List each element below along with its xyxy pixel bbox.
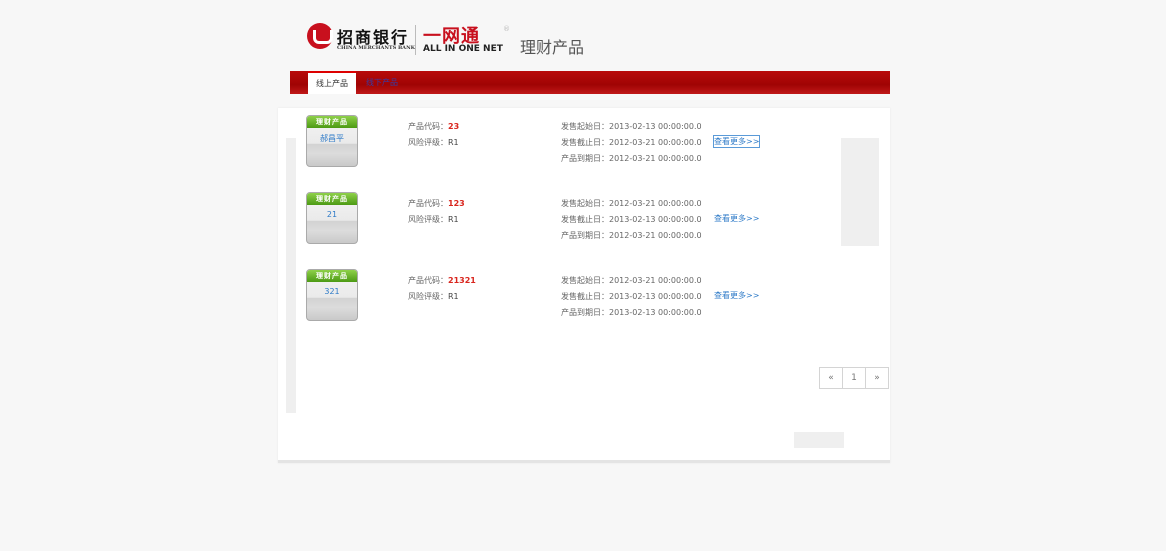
sale-start-label: 发售起始日： — [561, 199, 609, 208]
prev-page-button[interactable]: « — [819, 367, 843, 389]
brand-name-en: ALL IN ONE NET — [423, 44, 503, 54]
code-label: 产品代码： — [408, 276, 448, 285]
maturity-date: 2012-03-21 00:00:00.0 — [609, 154, 702, 163]
sale-end-label: 发售截止日： — [561, 292, 609, 301]
sale-end-date: 2012-03-21 00:00:00.0 — [609, 138, 702, 147]
sale-end-date: 2013-02-13 00:00:00.0 — [609, 292, 702, 301]
tab-offline-products[interactable]: 线下产品 — [358, 71, 406, 94]
product-basic-info: 产品代码：23 风险评级：R1 — [408, 119, 459, 151]
risk-level: R1 — [448, 292, 459, 301]
product-basic-info: 产品代码：21321 风险评级：R1 — [408, 273, 476, 305]
product-badge: 理财产品 — [307, 270, 357, 282]
product-badge: 理财产品 — [307, 116, 357, 128]
product-date-info: 发售起始日：2013-02-13 00:00:00.0 发售截止日：2012-0… — [561, 119, 702, 167]
product-name[interactable]: 21 — [307, 210, 357, 219]
sale-end-label: 发售截止日： — [561, 138, 609, 147]
registered-mark: ® — [503, 25, 510, 33]
background-decoration — [794, 432, 844, 448]
maturity-date: 2012-03-21 00:00:00.0 — [609, 231, 702, 240]
product-name[interactable]: 郝昌平 — [307, 133, 357, 144]
product-list-panel: 理财产品 郝昌平 产品代码：23 风险评级：R1 发售起始日：2013-02-1… — [278, 108, 890, 463]
sale-start-date: 2012-03-21 00:00:00.0 — [609, 276, 702, 285]
maturity-label: 产品到期日： — [561, 231, 609, 240]
site-header: 招商银行 CHINA MERCHANTS BANK 一网通 ALL IN ONE… — [307, 23, 607, 59]
product-item: 理财产品 21 产品代码：123 风险评级：R1 发售起始日：2012-03-2… — [278, 185, 890, 245]
view-more-link[interactable]: 查看更多>> — [714, 213, 759, 224]
risk-level: R1 — [448, 138, 459, 147]
risk-label: 风险评级： — [408, 215, 448, 224]
risk-label: 风险评级： — [408, 138, 448, 147]
view-more-link[interactable]: 查看更多>> — [712, 135, 761, 148]
maturity-label: 产品到期日： — [561, 154, 609, 163]
next-page-button[interactable]: » — [865, 367, 889, 389]
product-code: 21321 — [448, 276, 476, 285]
cmb-logo-icon — [307, 23, 333, 49]
bank-name-en: CHINA MERCHANTS BANK — [337, 45, 415, 51]
code-label: 产品代码： — [408, 199, 448, 208]
sale-start-date: 2013-02-13 00:00:00.0 — [609, 122, 702, 131]
risk-label: 风险评级： — [408, 292, 448, 301]
product-name[interactable]: 321 — [307, 287, 357, 296]
sale-start-date: 2012-03-21 00:00:00.0 — [609, 199, 702, 208]
pagination: « 1 » — [819, 367, 889, 389]
sale-start-label: 发售起始日： — [561, 122, 609, 131]
header-divider — [415, 25, 416, 55]
code-label: 产品代码： — [408, 122, 448, 131]
product-code: 123 — [448, 199, 465, 208]
product-icon: 理财产品 21 — [306, 192, 358, 244]
product-badge: 理财产品 — [307, 193, 357, 205]
sale-start-label: 发售起始日： — [561, 276, 609, 285]
product-date-info: 发售起始日：2012-03-21 00:00:00.0 发售截止日：2013-0… — [561, 196, 702, 244]
page-title: 理财产品 — [520, 38, 585, 57]
tab-online-products[interactable]: 线上产品 — [308, 71, 356, 94]
maturity-label: 产品到期日： — [561, 308, 609, 317]
page-number-button[interactable]: 1 — [842, 367, 866, 389]
maturity-date: 2013-02-13 00:00:00.0 — [609, 308, 702, 317]
product-icon: 理财产品 321 — [306, 269, 358, 321]
product-icon: 理财产品 郝昌平 — [306, 115, 358, 167]
product-item: 理财产品 郝昌平 产品代码：23 风险评级：R1 发售起始日：2013-02-1… — [278, 108, 890, 168]
sale-end-label: 发售截止日： — [561, 215, 609, 224]
nav-bar: 线上产品 线下产品 — [290, 71, 890, 94]
view-more-link[interactable]: 查看更多>> — [714, 290, 759, 301]
product-date-info: 发售起始日：2012-03-21 00:00:00.0 发售截止日：2013-0… — [561, 273, 702, 321]
sale-end-date: 2013-02-13 00:00:00.0 — [609, 215, 702, 224]
product-code: 23 — [448, 122, 460, 131]
risk-level: R1 — [448, 215, 459, 224]
product-item: 理财产品 321 产品代码：21321 风险评级：R1 发售起始日：2012-0… — [278, 262, 890, 322]
product-basic-info: 产品代码：123 风险评级：R1 — [408, 196, 465, 228]
